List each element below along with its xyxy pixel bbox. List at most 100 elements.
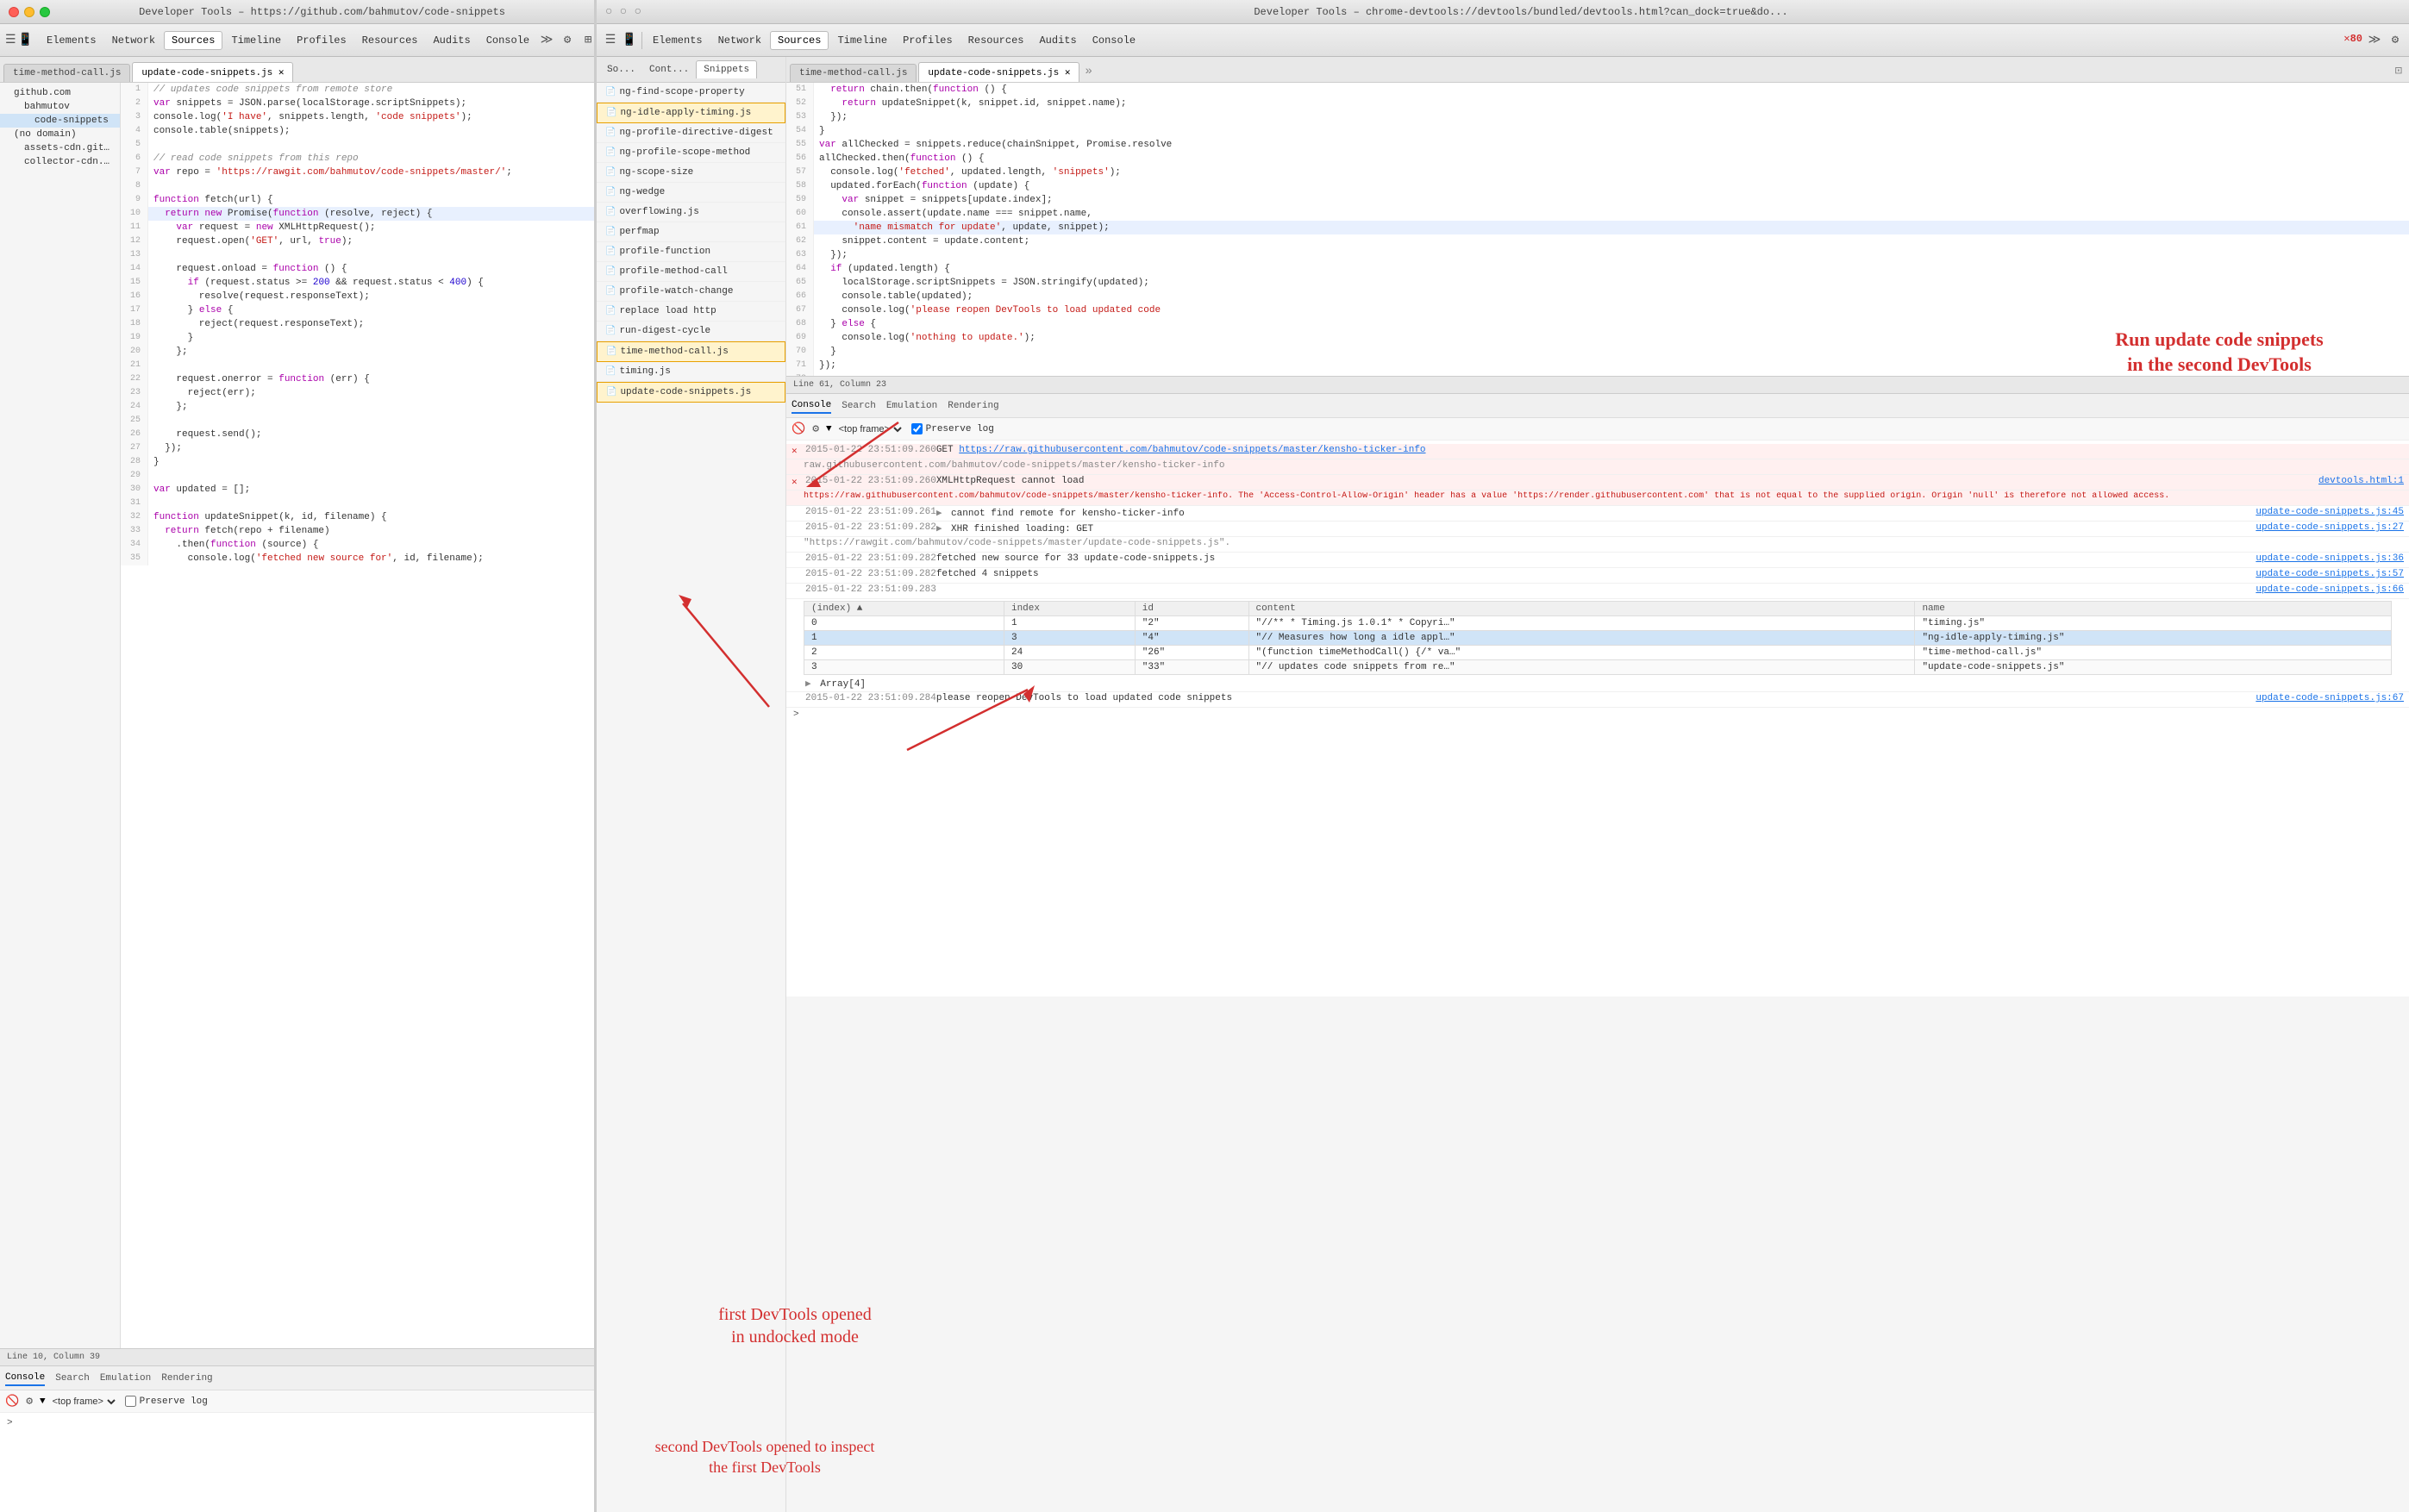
cell-3-index: 3 — [804, 660, 1004, 675]
log-src-7[interactable]: update-code-snippets.js:66 — [2256, 584, 2404, 595]
right-code-editor[interactable]: 51 return chain.then(function () { 52 re… — [786, 83, 2409, 376]
right-device-icon[interactable]: ☰ — [602, 32, 619, 49]
tree-assets-cdn[interactable]: assets-cdn.github — [0, 141, 120, 155]
right-tab-sources[interactable]: Sources — [770, 31, 829, 50]
right-preserve-log-checkbox[interactable] — [911, 423, 923, 434]
left-console-tab-search[interactable]: Search — [55, 1371, 90, 1385]
right-settings-icon[interactable]: ⚙ — [2387, 32, 2404, 49]
snippet-profile-method[interactable]: 📄profile-method-call — [597, 262, 785, 282]
left-filter-icon[interactable]: ⚙ — [26, 1395, 33, 1408]
more-icon[interactable]: ≫ — [538, 32, 555, 49]
tab-profiles-left[interactable]: Profiles — [290, 32, 354, 49]
snippet-icon: 📄 — [605, 128, 616, 138]
left-console-input-line[interactable]: > — [0, 1416, 594, 1430]
left-clear-console-icon[interactable]: 🚫 — [5, 1395, 19, 1408]
right-tab-profiles[interactable]: Profiles — [896, 32, 960, 49]
snippet-ng-idle[interactable]: 📄ng-idle-apply-timing.js — [597, 103, 785, 123]
snippets-tab-content[interactable]: Cont... — [642, 61, 696, 78]
snippet-ng-find-scope[interactable]: 📄ng-find-scope-property — [597, 83, 785, 103]
right-titlebar: ○ ○ ○ Developer Tools – chrome-devtools:… — [597, 0, 2409, 24]
snippet-ng-profile-directive[interactable]: 📄ng-profile-directive-digest — [597, 123, 785, 143]
right-tab-more-icon[interactable]: » — [1081, 61, 1095, 82]
right-tab-expand-icon[interactable]: ⊡ — [2392, 60, 2406, 82]
log-src-3[interactable]: update-code-snippets.js:45 — [2256, 507, 2404, 517]
tree-no-domain[interactable]: (no domain) — [0, 128, 120, 141]
right-frame-select[interactable]: <top frame> — [835, 423, 904, 435]
right-tab-update-snippets[interactable]: update-code-snippets.js ✕ — [918, 62, 1079, 82]
right-clear-console-icon[interactable]: 🚫 — [792, 422, 805, 435]
snippet-replace-load[interactable]: 📄replace load http — [597, 302, 785, 322]
right-console-tab-emulation[interactable]: Emulation — [886, 399, 937, 413]
log-link-1[interactable]: https://raw.githubusercontent.com/bahmut… — [959, 445, 1425, 455]
snippet-ng-scope-size[interactable]: 📄ng-scope-size — [597, 163, 785, 183]
col-header-id: id — [1135, 602, 1248, 616]
right-tab-resources[interactable]: Resources — [961, 32, 1031, 49]
right-mobile-icon[interactable]: 📱 — [621, 32, 638, 49]
snippet-run-digest[interactable]: 📄run-digest-cycle — [597, 322, 785, 341]
snippet-overflowing[interactable]: 📄overflowing.js — [597, 203, 785, 222]
snippet-profile-watch[interactable]: 📄profile-watch-change — [597, 282, 785, 302]
right-frame-selector[interactable]: ▼ <top frame> — [826, 423, 904, 435]
tree-bahmutov[interactable]: bahmutov — [0, 100, 120, 114]
snippet-timing[interactable]: 📄timing.js — [597, 362, 785, 382]
right-filter-icon[interactable]: ⚙ — [812, 422, 819, 435]
tab-timeline-left[interactable]: Timeline — [224, 32, 288, 49]
tab-sources-left[interactable]: Sources — [164, 31, 222, 50]
left-tab-time-method[interactable]: time-method-call.js — [3, 64, 130, 82]
close-button[interactable] — [9, 7, 19, 17]
right-tab-timeline[interactable]: Timeline — [830, 32, 894, 49]
log-error-2b: https://raw.githubusercontent.com/bahmut… — [786, 490, 2409, 506]
left-console-area: Console Search Emulation Rendering 🚫 ⚙ ▼… — [0, 1365, 594, 1512]
left-frame-selector[interactable]: ▼ <top frame> — [40, 1396, 118, 1408]
tree-github[interactable]: github.com — [0, 86, 120, 100]
right-tab-network[interactable]: Network — [711, 32, 768, 49]
tab-resources-left[interactable]: Resources — [355, 32, 425, 49]
code-line-20: 20 }; — [121, 345, 594, 359]
log-src-6[interactable]: update-code-snippets.js:57 — [2256, 569, 2404, 579]
snippet-perfmap[interactable]: 📄perfmap — [597, 222, 785, 242]
log-msg-1b: raw.githubusercontent.com/bahmutov/code-… — [804, 460, 2404, 471]
right-console-tab-console[interactable]: Console — [792, 398, 831, 414]
right-tab-time-method[interactable]: time-method-call.js — [790, 64, 917, 82]
left-console-tab-rendering[interactable]: Rendering — [161, 1371, 212, 1385]
right-console-tab-search[interactable]: Search — [842, 399, 876, 413]
left-console-tab-console[interactable]: Console — [5, 1371, 45, 1386]
left-tab-update-snippets[interactable]: update-code-snippets.js ✕ — [132, 62, 293, 82]
left-preserve-log-checkbox[interactable] — [125, 1396, 136, 1407]
log-normal-3: · 2015-01-22 23:51:09.282 fetched new so… — [786, 553, 2409, 568]
left-console-tab-emulation[interactable]: Emulation — [100, 1371, 151, 1385]
snippet-profile-function[interactable]: 📄profile-function — [597, 242, 785, 262]
right-tab-audits[interactable]: Audits — [1032, 32, 1083, 49]
left-code-editor[interactable]: 1// updates code snippets from remote st… — [121, 83, 594, 1348]
right-more-icon[interactable]: ≫ — [2366, 32, 2383, 49]
left-frame-select[interactable]: <top frame> — [49, 1396, 118, 1408]
snippets-tab-snippets[interactable]: Snippets — [696, 60, 757, 78]
tree-collector-cdn[interactable]: collector-cdn.gith — [0, 155, 120, 169]
log-src-8[interactable]: update-code-snippets.js:67 — [2256, 693, 2404, 703]
right-tab-elements[interactable]: Elements — [646, 32, 710, 49]
right-console-input-line[interactable]: > — [786, 708, 2409, 722]
tab-network-left[interactable]: Network — [105, 32, 162, 49]
tab-elements-left[interactable]: Elements — [40, 32, 103, 49]
log-src-2[interactable]: devtools.html:1 — [2318, 476, 2404, 486]
snippet-ng-wedge[interactable]: 📄ng-wedge — [597, 183, 785, 203]
snippet-ng-profile-scope[interactable]: 📄ng-profile-scope-method — [597, 143, 785, 163]
right-tab-console[interactable]: Console — [1086, 32, 1142, 49]
settings-icon[interactable]: ⚙ — [559, 32, 576, 49]
log-src-5[interactable]: update-code-snippets.js:36 — [2256, 553, 2404, 564]
right-code-area: time-method-call.js update-code-snippets… — [786, 57, 2409, 1512]
maximize-button[interactable] — [40, 7, 50, 17]
snippets-tab-sources[interactable]: So... — [600, 61, 642, 78]
mobile-icon[interactable]: 📱 — [18, 32, 33, 49]
snippet-update-code[interactable]: 📄update-code-snippets.js — [597, 382, 785, 403]
right-console-tab-rendering[interactable]: Rendering — [948, 399, 998, 413]
device-icon[interactable]: ☰ — [5, 32, 16, 49]
tab-audits-left[interactable]: Audits — [426, 32, 477, 49]
minimize-button[interactable] — [24, 7, 34, 17]
right-preserve-log-container[interactable]: Preserve log — [911, 423, 994, 434]
left-preserve-log-container[interactable]: Preserve log — [125, 1396, 208, 1407]
tab-console-left[interactable]: Console — [479, 32, 536, 49]
snippet-time-method[interactable]: 📄time-method-call.js — [597, 341, 785, 362]
log-src-4[interactable]: update-code-snippets.js:27 — [2256, 522, 2404, 533]
tree-code-snippets[interactable]: code-snippets — [0, 114, 120, 128]
